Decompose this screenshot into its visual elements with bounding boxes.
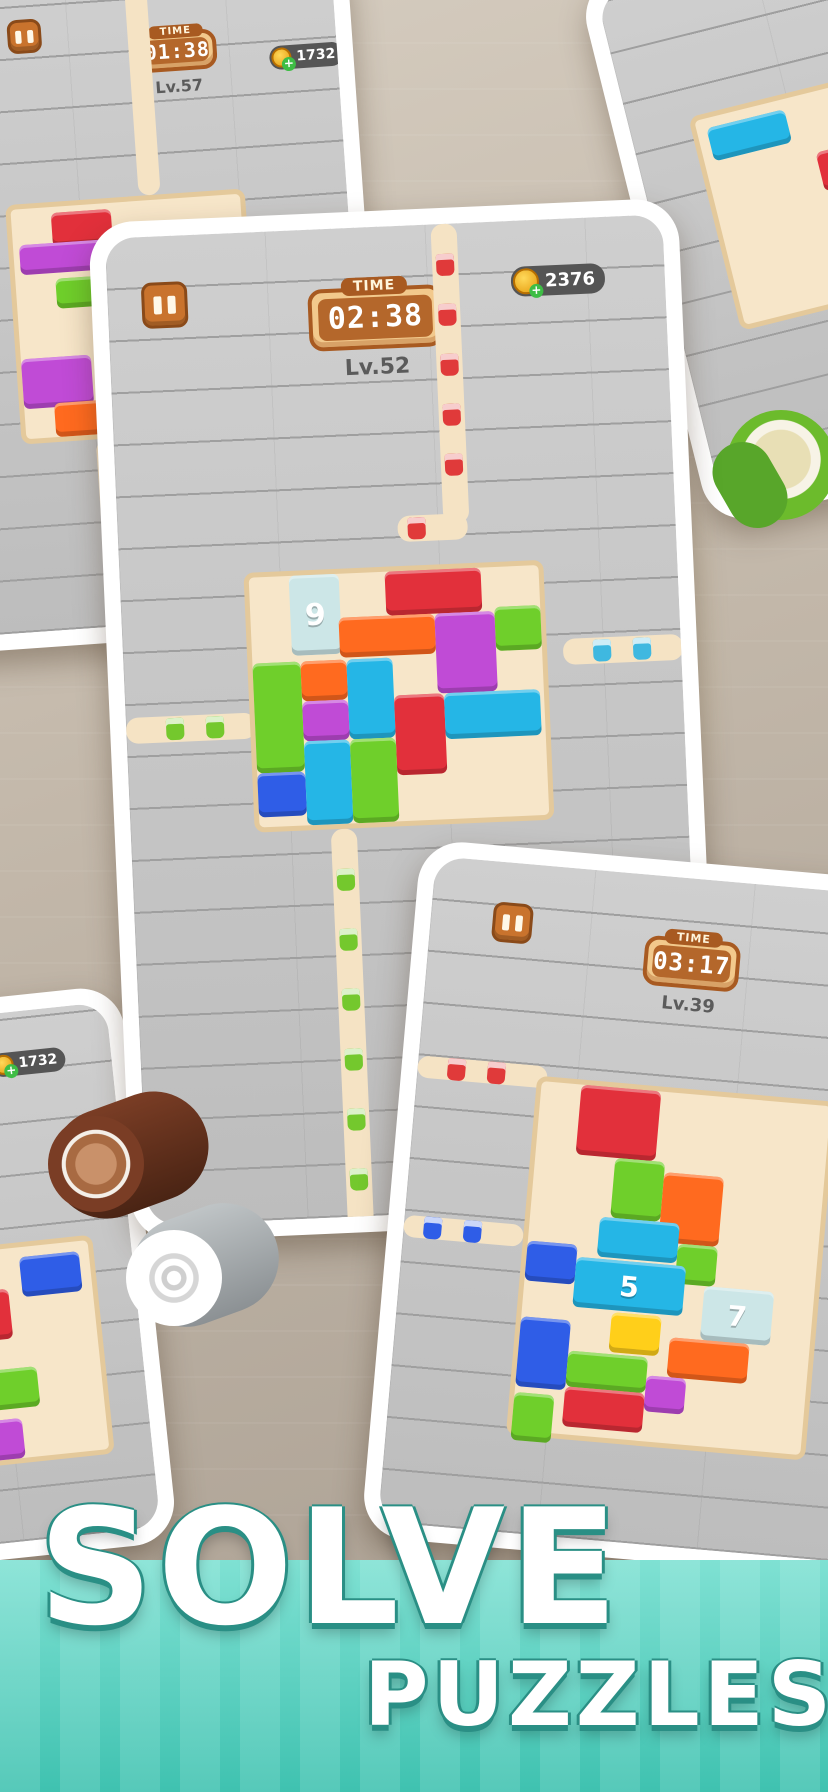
block-numbered: 7 bbox=[699, 1286, 775, 1346]
cup-cyan bbox=[632, 637, 652, 660]
block-cyan bbox=[303, 739, 354, 826]
block-green bbox=[610, 1157, 666, 1222]
pause-button[interactable] bbox=[6, 18, 43, 55]
phone-bottom-right: TIME 03:17 Lv.39 5 7 bbox=[360, 838, 828, 1582]
headline-line-2: PUZZLES bbox=[364, 1643, 828, 1746]
level-label: Lv.39 bbox=[660, 992, 716, 1018]
cup-red bbox=[440, 353, 460, 377]
timer-value: 03:17 bbox=[651, 944, 732, 984]
coin-counter: 1732 bbox=[268, 41, 345, 71]
coin-icon bbox=[512, 267, 540, 295]
block-cyan bbox=[346, 657, 396, 740]
cup-track bbox=[562, 633, 684, 666]
pause-icon bbox=[167, 295, 177, 314]
block-red bbox=[575, 1084, 662, 1162]
block-cyan bbox=[596, 1216, 680, 1264]
cup-red bbox=[407, 516, 427, 540]
cup-cyan bbox=[592, 638, 612, 662]
cup-track bbox=[416, 1055, 549, 1089]
coin-value: 2376 bbox=[544, 267, 596, 291]
block-blue bbox=[515, 1316, 572, 1391]
coin-value: 1732 bbox=[17, 1051, 59, 1072]
cup-red bbox=[446, 1057, 467, 1082]
cup-green bbox=[205, 715, 225, 739]
cup-green bbox=[339, 928, 358, 952]
coin-icon bbox=[0, 1053, 15, 1076]
block-orange bbox=[666, 1337, 750, 1385]
block-purple bbox=[0, 1417, 26, 1462]
pause-button[interactable] bbox=[140, 281, 189, 330]
block-green bbox=[494, 604, 543, 651]
block-green bbox=[252, 661, 306, 774]
timer-label: TIME bbox=[340, 275, 408, 297]
block-orange bbox=[338, 613, 437, 658]
block-numbered: 9 bbox=[288, 573, 343, 656]
pause-button[interactable] bbox=[490, 901, 535, 945]
pause-icon bbox=[153, 296, 163, 315]
block-red bbox=[0, 1288, 14, 1343]
coin-icon bbox=[270, 46, 293, 69]
block-red bbox=[815, 138, 828, 192]
cup-red bbox=[444, 453, 464, 477]
game-board: 9 bbox=[243, 559, 555, 833]
timer-value: 02:38 bbox=[317, 294, 434, 342]
coin-counter: 1732 bbox=[0, 1046, 67, 1079]
block-orange bbox=[300, 659, 349, 702]
block-cyan bbox=[706, 109, 793, 162]
cup-blue bbox=[422, 1216, 443, 1240]
cup-green bbox=[341, 988, 361, 1011]
screen-bottom-right: TIME 03:17 Lv.39 5 7 bbox=[377, 856, 828, 1564]
timer-value: 01:38 bbox=[143, 36, 211, 66]
game-board bbox=[0, 1234, 115, 1469]
block-purple bbox=[434, 610, 498, 694]
coffee-latte-top bbox=[48, 1116, 144, 1212]
cup-red bbox=[442, 403, 462, 427]
block-numbered: 5 bbox=[572, 1256, 687, 1317]
block-purple bbox=[643, 1375, 687, 1415]
block-green bbox=[0, 1366, 41, 1413]
cup-red bbox=[435, 253, 455, 277]
level-label: Lv.52 bbox=[344, 353, 411, 382]
headline-line-1: SOLVE bbox=[38, 1474, 623, 1661]
block-purple bbox=[302, 699, 350, 742]
cup-red bbox=[486, 1061, 507, 1085]
cup-green bbox=[344, 1048, 364, 1071]
timer: TIME 02:38 bbox=[307, 275, 444, 352]
block-blue bbox=[18, 1251, 83, 1298]
cup-green bbox=[346, 1108, 366, 1131]
game-board: 5 7 bbox=[505, 1075, 828, 1461]
coin-value: 1732 bbox=[295, 45, 336, 65]
coffee-swirl-top bbox=[126, 1230, 222, 1326]
timer: TIME 03:17 bbox=[641, 928, 742, 993]
game-board bbox=[688, 69, 828, 332]
pause-icon bbox=[514, 915, 524, 932]
block-green bbox=[510, 1391, 555, 1444]
coin-counter: 2376 bbox=[510, 262, 606, 297]
block-yellow bbox=[608, 1312, 662, 1357]
cup-red bbox=[437, 303, 457, 327]
block-red bbox=[561, 1386, 646, 1434]
cup-track bbox=[125, 712, 257, 745]
cup-blue bbox=[462, 1219, 483, 1244]
cup-green bbox=[165, 717, 185, 741]
block-cyan bbox=[443, 689, 542, 740]
pause-icon bbox=[501, 914, 511, 931]
block-red bbox=[393, 693, 448, 776]
block-green bbox=[349, 737, 400, 824]
block-blue bbox=[257, 771, 308, 818]
cup-green bbox=[336, 868, 356, 892]
block-red bbox=[384, 567, 483, 616]
block-blue bbox=[524, 1240, 578, 1285]
cup-green bbox=[349, 1168, 369, 1191]
pause-icon bbox=[26, 29, 34, 43]
pause-icon bbox=[14, 30, 22, 44]
